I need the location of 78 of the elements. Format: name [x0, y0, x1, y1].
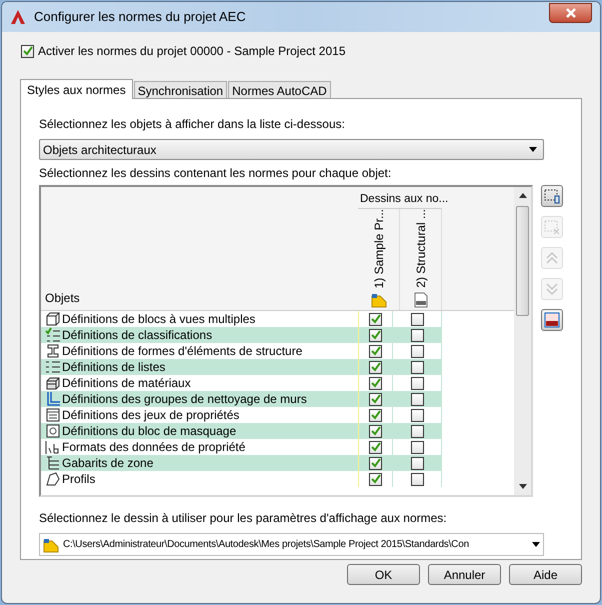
- standard-checkbox[interactable]: [369, 440, 382, 454]
- standard-checkbox[interactable]: [369, 328, 382, 342]
- standard-checkbox[interactable]: [369, 312, 382, 326]
- column-header: Objets: [45, 290, 80, 307]
- standard-checkbox[interactable]: [410, 328, 424, 342]
- standard-checkbox[interactable]: [369, 376, 382, 390]
- dropdown-arrow-icon: [529, 147, 537, 152]
- window-title: Configurer les normes du projet AEC: [34, 8, 247, 26]
- double-up-chevron-icon: [544, 250, 560, 266]
- enable-checkbox[interactable]: [21, 44, 34, 58]
- standard-checkbox[interactable]: [410, 424, 424, 438]
- checklist-icon: [45, 327, 61, 343]
- tab[interactable]: Normes AutoCAD: [228, 81, 331, 98]
- beam-icon: [45, 343, 61, 359]
- dropdown-arrow-icon: [532, 542, 540, 547]
- object-name: Définitions des groupes de nettoyage de murs: [62, 391, 307, 408]
- standard-checkbox[interactable]: [410, 312, 424, 326]
- scroll-up-arrow-icon[interactable]: [518, 193, 526, 198]
- standard-checkbox[interactable]: [410, 456, 424, 470]
- add-frame-icon: [544, 188, 560, 204]
- enable-label: Activer les normes du projet 00000 - Sample Project 2015: [38, 43, 346, 60]
- object-name: Gabarits de zone: [62, 455, 154, 472]
- standard-checkbox[interactable]: [369, 392, 382, 406]
- objects-label: Sélectionnez les objets à afficher dans la liste ci-dessous:: [39, 116, 346, 133]
- object-name: Définitions du bloc de masquage: [62, 423, 236, 440]
- standard-checkbox[interactable]: [410, 392, 424, 406]
- close-icon: [566, 8, 576, 18]
- objects-dropdown[interactable]: Objets architecturaux: [39, 139, 544, 160]
- object-name: Définitions de formes d'éléments de structure: [62, 343, 302, 360]
- standard-checkbox[interactable]: [369, 472, 382, 486]
- file-icon: [412, 292, 428, 308]
- standard-checkbox[interactable]: [369, 424, 382, 438]
- standard-checkbox[interactable]: [410, 440, 424, 454]
- standard-checkbox[interactable]: [410, 472, 424, 486]
- app-logo-icon: [10, 9, 26, 25]
- material-block-icon: [45, 375, 61, 391]
- standard-checkbox[interactable]: [410, 408, 424, 422]
- dialog-button[interactable]: Annuler: [428, 564, 501, 585]
- apj-file-button[interactable]: [541, 309, 563, 331]
- drawings-label: Sélectionnez les dessins contenant les normes pour chaque objet:: [39, 165, 392, 182]
- remove-frame-icon: [544, 219, 560, 235]
- column-group-header: Dessins aux no...: [360, 192, 448, 206]
- dialog-button[interactable]: Aide: [509, 564, 582, 585]
- object-name: Définitions de matériaux: [62, 375, 191, 392]
- close-button[interactable]: [549, 3, 592, 23]
- double-down-chevron-icon: [544, 281, 560, 297]
- object-name: Profils: [62, 471, 96, 488]
- profile-icon: [45, 471, 61, 487]
- object-name: Définitions de listes: [62, 359, 166, 376]
- dialog-button[interactable]: OK: [347, 564, 420, 585]
- folder-icon: [370, 292, 386, 308]
- wall-corner-icon: [45, 391, 61, 407]
- standard-checkbox[interactable]: [410, 344, 424, 358]
- text-format-icon: [45, 439, 61, 455]
- object-name: Définitions de classifications: [62, 327, 212, 344]
- column-header: 1) Sample Pr...: [370, 208, 386, 288]
- display-label: Sélectionnez le dessin à utiliser pour les paramètres d'affichage aux normes:: [39, 510, 448, 527]
- column-header: 2) Structural ...: [412, 209, 428, 288]
- standard-checkbox[interactable]: [369, 408, 382, 422]
- add-drawing-button[interactable]: [541, 185, 563, 207]
- document-icon: [544, 312, 560, 328]
- tree-icon: [45, 455, 61, 471]
- cube-icon: [45, 311, 61, 327]
- tab[interactable]: Styles aux normes: [20, 79, 133, 99]
- object-name: Formats des données de propriété: [62, 439, 246, 456]
- list-icon: [45, 359, 61, 375]
- standard-checkbox[interactable]: [369, 360, 382, 374]
- standard-checkbox[interactable]: [410, 360, 424, 374]
- tab[interactable]: Synchronisation: [134, 81, 228, 98]
- folder-icon: [43, 536, 59, 552]
- object-name: Définitions des jeux de propriétés: [62, 407, 240, 424]
- scroll-down-arrow-icon[interactable]: [518, 484, 526, 489]
- standard-checkbox[interactable]: [369, 456, 382, 470]
- object-name: Définitions de blocs à vues multiples: [62, 311, 256, 328]
- standard-checkbox[interactable]: [369, 344, 382, 358]
- display-dropdown[interactable]: C:\Users\Administrateur\Documents\Autodesk\Mes projets\Sample Project 2015\Standards\Con: [39, 533, 544, 556]
- scrollbar[interactable]: [514, 187, 531, 495]
- standard-checkbox[interactable]: [410, 376, 424, 390]
